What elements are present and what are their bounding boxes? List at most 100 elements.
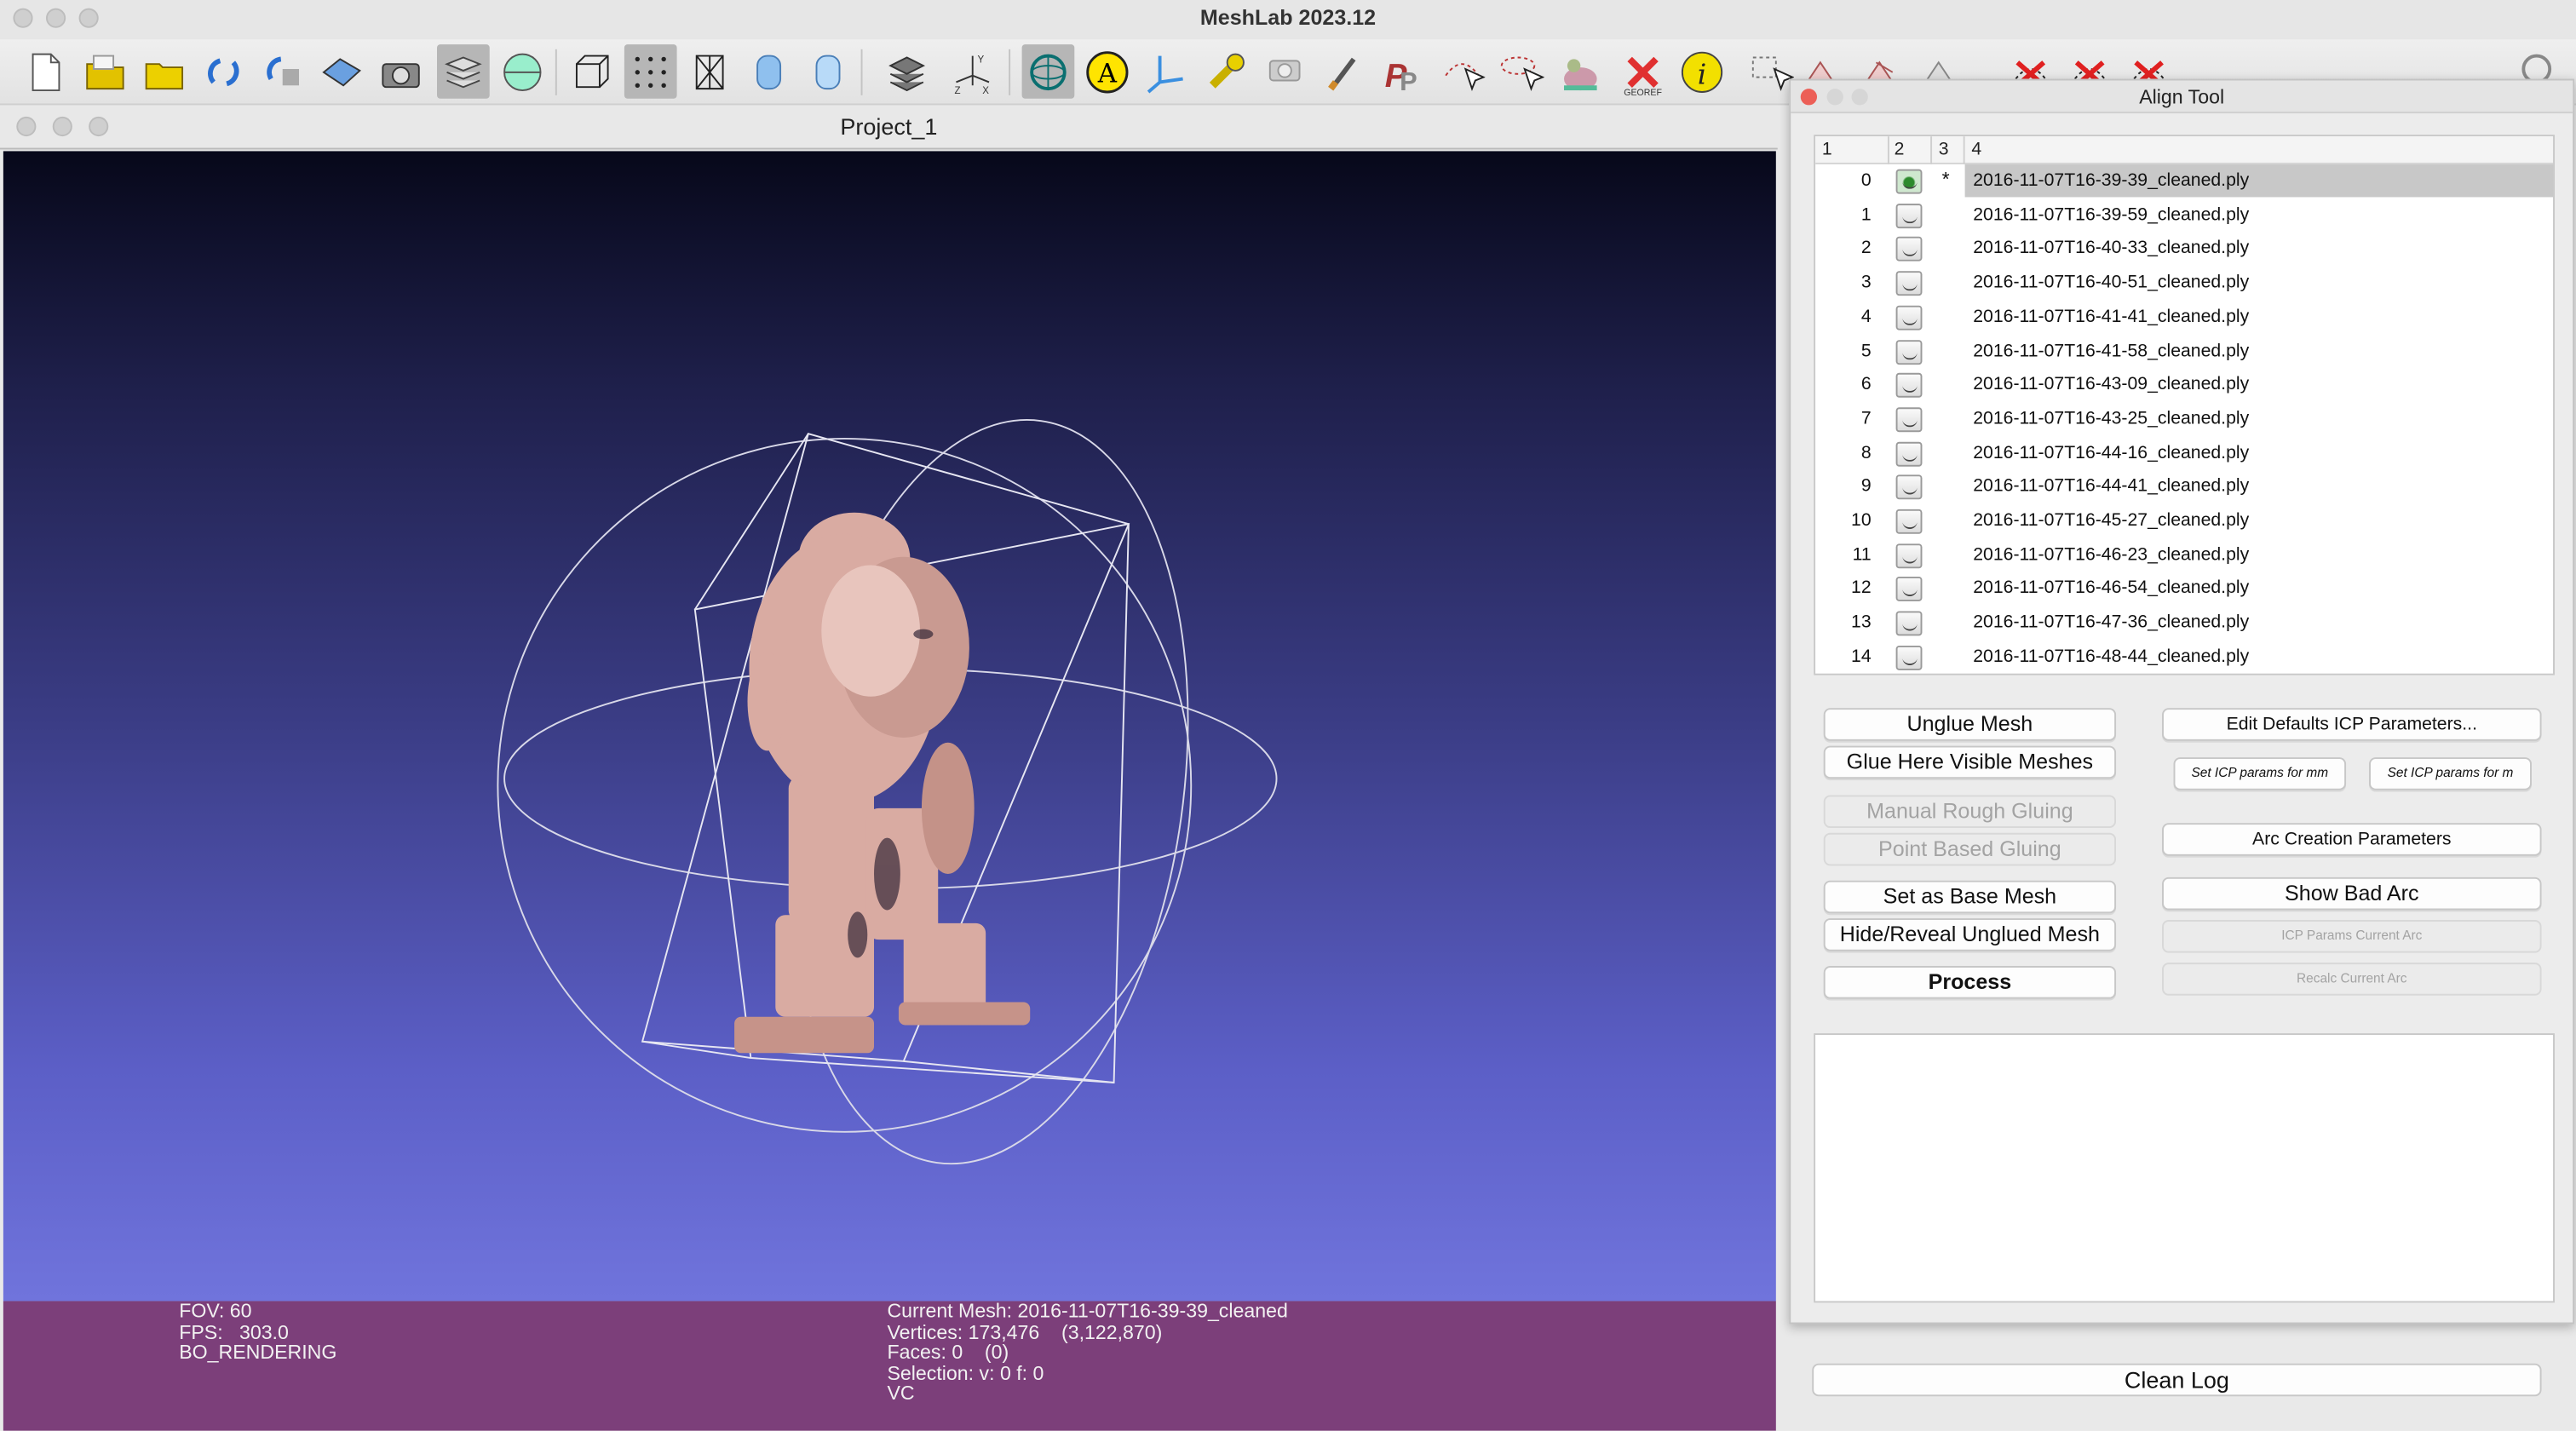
mesh-visibility-toggle-icon[interactable] — [1895, 407, 1923, 433]
bunny-icon[interactable] — [1554, 44, 1607, 99]
set-base-mesh-button[interactable]: Set as Base Mesh — [1823, 880, 2117, 914]
mesh-table-row[interactable]: 12 2016-11-07T16-46-54_cleaned.ply — [1815, 572, 2553, 606]
fov-readout: FOV: 60 — [179, 1299, 252, 1323]
mesh-table-row[interactable]: 8 2016-11-07T16-44-16_cleaned.ply — [1815, 436, 2553, 470]
reload-all-icon[interactable] — [256, 44, 309, 99]
hide-reveal-unglued-button[interactable]: Hide/Reveal Unglued Mesh — [1823, 918, 2117, 951]
column-header-1[interactable]: 1 — [1822, 140, 1832, 159]
mesh-visibility-toggle-icon[interactable] — [1895, 373, 1923, 399]
faces-readout: Faces: 0 (0) — [887, 1340, 1009, 1364]
annotation-a-icon[interactable]: A — [1081, 44, 1134, 99]
svg-text:Z: Z — [955, 85, 961, 95]
mesh-table-row[interactable]: 10 2016-11-07T16-45-27_cleaned.ply — [1815, 504, 2553, 538]
mesh-visibility-toggle-icon[interactable] — [1895, 543, 1923, 568]
measure-axis-icon[interactable] — [1140, 44, 1193, 99]
points-render-icon[interactable] — [624, 44, 677, 99]
clean-log-button[interactable]: Clean Log — [1812, 1363, 2542, 1397]
mesh-table-row[interactable]: 6 2016-11-07T16-43-09_cleaned.ply — [1815, 368, 2553, 402]
mesh-index: 8 — [1860, 442, 1872, 463]
mesh-visibility-toggle-icon[interactable] — [1895, 339, 1923, 365]
arc-creation-params-button[interactable]: Arc Creation Parameters — [2162, 823, 2542, 856]
import-mesh-icon[interactable] — [138, 44, 191, 99]
raster-layer-icon[interactable] — [496, 44, 549, 99]
bounding-box-icon[interactable] — [565, 44, 618, 99]
mesh-index: 9 — [1860, 476, 1872, 497]
project-title: Project_1 — [840, 113, 938, 140]
mesh-table-row[interactable]: 11 2016-11-07T16-46-23_cleaned.ply — [1815, 538, 2553, 572]
process-button[interactable]: Process — [1823, 966, 2117, 999]
align-tool-panel: Align Tool 1 2 3 4 0 * 2016-11-07T16-39-39… — [1789, 78, 2575, 1325]
mesh-index: 13 — [1851, 612, 1872, 633]
select-faces-icon[interactable] — [1495, 44, 1548, 99]
info-icon[interactable]: i — [1676, 44, 1728, 99]
trackball-icon[interactable] — [1021, 44, 1075, 99]
mesh-visible-eye-icon[interactable] — [1895, 169, 1923, 194]
mesh-table-row[interactable]: 0 * 2016-11-07T16-39-39_cleaned.ply — [1815, 164, 2554, 198]
mesh-visibility-toggle-icon[interactable] — [1895, 271, 1923, 296]
mesh-table-row[interactable]: 4 2016-11-07T16-41-41_cleaned.ply — [1815, 301, 2553, 335]
flat-shading-icon[interactable] — [743, 44, 796, 99]
mesh-index: 12 — [1851, 578, 1872, 599]
mesh-index: 10 — [1851, 510, 1872, 531]
column-header-4[interactable]: 4 — [1971, 140, 1981, 159]
save-icon[interactable] — [315, 44, 368, 99]
glue-visible-meshes-button[interactable]: Glue Here Visible Meshes — [1823, 745, 2117, 779]
grid-icon[interactable] — [881, 44, 934, 99]
paint-brush-icon[interactable] — [1318, 44, 1371, 99]
mesh-filename: 2016-11-07T16-45-27_cleaned.ply — [1973, 510, 2250, 531]
mesh-visibility-toggle-icon[interactable] — [1895, 203, 1923, 228]
column-header-2[interactable]: 2 — [1895, 140, 1905, 159]
mesh-table-row[interactable]: 14 2016-11-07T16-48-44_cleaned.ply — [1815, 641, 2553, 674]
wireframe-icon[interactable] — [683, 44, 736, 99]
select-vertices-icon[interactable] — [1436, 44, 1489, 99]
mesh-table-row[interactable]: 3 2016-11-07T16-40-51_cleaned.ply — [1815, 267, 2553, 301]
mesh-visibility-toggle-icon[interactable] — [1895, 237, 1923, 262]
smooth-shading-icon[interactable] — [802, 44, 854, 99]
mesh-visibility-toggle-icon[interactable] — [1895, 645, 1923, 670]
new-project-icon[interactable] — [20, 44, 72, 99]
mesh-table-row[interactable]: 13 2016-11-07T16-47-36_cleaned.ply — [1815, 606, 2553, 641]
open-project-icon[interactable] — [79, 44, 132, 99]
mesh-index: 14 — [1851, 647, 1872, 667]
unglue-mesh-button[interactable]: Unglue Mesh — [1823, 708, 2117, 741]
3d-viewport[interactable] — [3, 151, 1776, 1302]
manual-rough-gluing-button[interactable]: Manual Rough Gluing — [1823, 795, 2117, 829]
point-cloud-mesh — [734, 512, 1031, 1054]
mesh-table[interactable]: 1 2 3 4 0 * 2016-11-07T16-39-39_cleaned.pl… — [1814, 135, 2555, 675]
mesh-filename: 2016-11-07T16-46-54_cleaned.ply — [1973, 578, 2250, 599]
app-title: MeshLab 2023.12 — [1199, 4, 1377, 30]
set-icp-mm-button[interactable]: Set ICP params for mm — [2173, 757, 2347, 790]
mesh-table-row[interactable]: 2 2016-11-07T16-40-33_cleaned.ply — [1815, 233, 2553, 267]
reload-icon[interactable] — [197, 44, 250, 99]
mesh-filename: 2016-11-07T16-44-41_cleaned.ply — [1973, 476, 2250, 497]
mesh-filename: 2016-11-07T16-41-58_cleaned.ply — [1973, 341, 2250, 361]
mesh-filename: 2016-11-07T16-48-44_cleaned.ply — [1973, 647, 2250, 667]
pp-select-icon[interactable]: PP — [1377, 44, 1429, 99]
icp-params-current-arc-button[interactable]: ICP Params Current Arc — [2162, 920, 2542, 953]
render-stats: FOV: 60 FPS: 303.0 BO_RENDERING — [179, 1301, 336, 1362]
mesh-visibility-toggle-icon[interactable] — [1895, 509, 1923, 534]
mesh-index: 2 — [1860, 238, 1872, 259]
georef-icon[interactable]: GEOREF — [1617, 44, 1670, 99]
column-header-3[interactable]: 3 — [1939, 140, 1949, 159]
edit-default-icp-params-button[interactable]: Edit Defaults ICP Parameters... — [2162, 708, 2542, 741]
layers-icon[interactable] — [437, 44, 490, 99]
raster-alignment-icon[interactable] — [1258, 44, 1311, 99]
mesh-visibility-toggle-icon[interactable] — [1895, 441, 1923, 466]
mesh-visibility-toggle-icon[interactable] — [1895, 577, 1923, 602]
mesh-table-row[interactable]: 1 2016-11-07T16-39-59_cleaned.ply — [1815, 198, 2553, 233]
mesh-visibility-toggle-icon[interactable] — [1895, 474, 1923, 500]
point-based-gluing-button[interactable]: Point Based Gluing — [1823, 832, 2117, 866]
mesh-table-row[interactable]: 7 2016-11-07T16-43-25_cleaned.ply — [1815, 402, 2553, 436]
measure-tape-icon[interactable] — [1199, 44, 1252, 99]
mesh-visibility-toggle-icon[interactable] — [1895, 611, 1923, 636]
align-log-area[interactable] — [1814, 1033, 2555, 1303]
mesh-table-row[interactable]: 9 2016-11-07T16-44-41_cleaned.ply — [1815, 470, 2553, 504]
show-bad-arc-button[interactable]: Show Bad Arc — [2162, 876, 2542, 911]
axes-icon[interactable]: Y Z X — [946, 44, 999, 99]
snapshot-camera-icon[interactable] — [375, 44, 428, 99]
mesh-visibility-toggle-icon[interactable] — [1895, 305, 1923, 330]
set-icp-m-button[interactable]: Set ICP params for m — [2369, 757, 2532, 790]
recalc-current-arc-button[interactable]: Recalc Current Arc — [2162, 963, 2542, 996]
mesh-table-row[interactable]: 5 2016-11-07T16-41-58_cleaned.ply — [1815, 334, 2553, 368]
